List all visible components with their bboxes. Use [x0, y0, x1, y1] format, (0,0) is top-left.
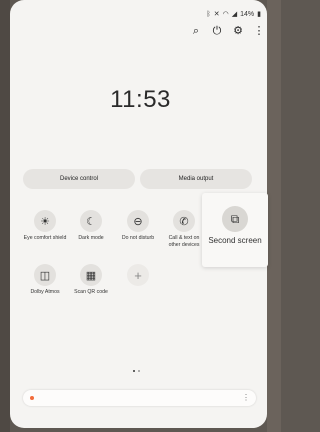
- more-icon[interactable]: ⋮: [242, 393, 250, 403]
- battery-level: 14%: [240, 10, 255, 18]
- battery-icon: ▮: [257, 11, 261, 18]
- device-control-button[interactable]: Device control: [23, 169, 135, 189]
- dolby-icon: ◫: [34, 264, 56, 286]
- tile-eye-comfort-shield[interactable]: ☀ Eye comfort shield: [23, 210, 67, 242]
- page-dot-active: [133, 370, 135, 372]
- call-text-icon: ✆: [173, 210, 195, 232]
- search-bar[interactable]: ⋮: [23, 390, 256, 406]
- eye-comfort-icon: ☀: [34, 210, 56, 232]
- tile-dark-mode[interactable]: ☾ Dark mode: [69, 210, 113, 242]
- signal-icon: ◢: [231, 11, 238, 18]
- power-icon[interactable]: ⏻: [211, 25, 223, 37]
- search-icon[interactable]: ⌕: [190, 25, 202, 37]
- clock: 11:53: [110, 86, 171, 113]
- status-bar: ᛒ ✕ ◠ ◢ 14% ▮: [206, 10, 261, 19]
- media-output-button[interactable]: Media output: [140, 169, 252, 189]
- tile-call-text-other-devices[interactable]: ✆ Call & text on other devices: [162, 210, 206, 248]
- tile-label: Second screen: [208, 236, 262, 245]
- tile-do-not-disturb[interactable]: ⊖ Do not disturb: [116, 210, 160, 242]
- moon-icon: ☾: [80, 210, 102, 232]
- page-dot: [138, 370, 140, 372]
- qr-code-icon: ▦: [80, 264, 102, 286]
- more-icon[interactable]: ⋮: [253, 25, 265, 37]
- mute-icon: ✕: [213, 11, 220, 18]
- tile-scan-qr-code[interactable]: ▦ Scan QR code: [69, 264, 113, 296]
- tile-label: Eye comfort shield: [23, 235, 67, 241]
- background-edge-right: [267, 0, 281, 432]
- quick-panel-toolbar: ⌕ ⏻ ⚙ ⋮: [190, 25, 265, 37]
- bluetooth-icon: ᛒ: [206, 10, 211, 18]
- wifi-icon: ◠: [222, 11, 229, 18]
- second-screen-icon: ⧉: [222, 206, 248, 232]
- search-app-icon: [30, 396, 34, 400]
- tile-dolby-atmos[interactable]: ◫ Dolby Atmos: [23, 264, 67, 296]
- gear-icon[interactable]: ⚙: [232, 25, 244, 37]
- tile-label: Dark mode: [78, 235, 104, 241]
- do-not-disturb-icon: ⊖: [127, 210, 149, 232]
- tile-label: Dolby Atmos: [30, 289, 60, 295]
- add-tile-button[interactable]: +: [116, 264, 160, 286]
- page-indicator: [133, 370, 140, 372]
- tile-second-screen[interactable]: ⧉ Second screen: [202, 193, 268, 267]
- background-edge-left: [0, 0, 10, 432]
- tile-label: Do not disturb: [121, 235, 155, 241]
- tile-label: Call & text on other devices: [168, 235, 200, 248]
- tile-label: Scan QR code: [74, 289, 108, 295]
- plus-icon: +: [127, 264, 149, 286]
